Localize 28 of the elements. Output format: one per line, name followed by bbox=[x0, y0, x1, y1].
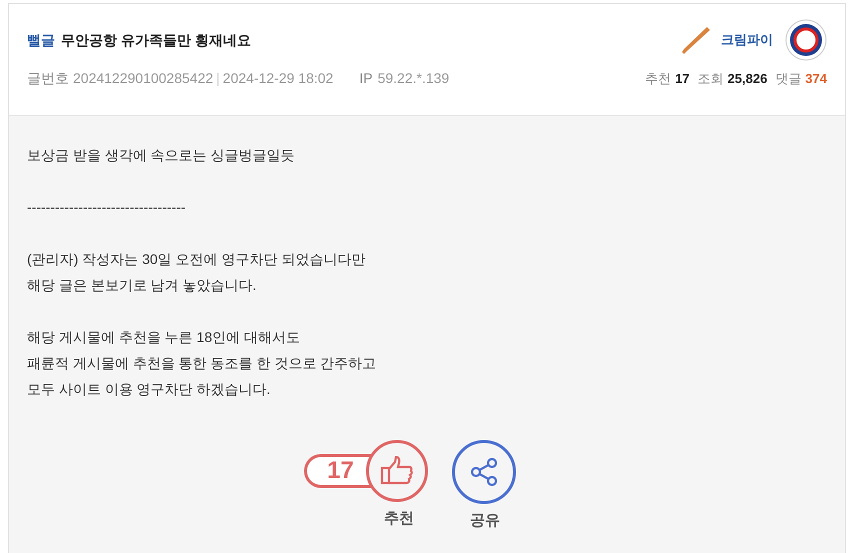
body-text-line: 모두 사이트 이용 영구차단 하겠습니다. bbox=[27, 380, 270, 399]
body-text-line: 보상금 받을 생각에 속으로는 싱글벙글일듯 bbox=[27, 146, 295, 165]
stat-value: 374 bbox=[805, 70, 827, 88]
post-number: 202412290100285422 bbox=[73, 69, 214, 88]
stat-label: 댓글 bbox=[775, 70, 802, 88]
action-label: 추천 bbox=[384, 509, 414, 529]
thumbs-up-icon bbox=[380, 456, 414, 486]
stat-value: 25,826 bbox=[728, 70, 768, 88]
number-label: 글번호 bbox=[27, 69, 69, 88]
action-label: 공유 bbox=[470, 511, 500, 531]
body-text-line: 해당 게시물에 추천을 누른 18인에 대해서도 bbox=[27, 328, 300, 347]
stat-label: 조회 bbox=[698, 70, 724, 88]
body-text-line: (관리자) 작성자는 30일 오전에 영구차단 되었습니다만 bbox=[27, 250, 366, 269]
post-date: 2024-12-29 18:02 bbox=[222, 69, 334, 88]
author-name[interactable]: 크림파이 bbox=[721, 30, 773, 50]
stat-value: 17 bbox=[675, 70, 690, 88]
ip-label: IP bbox=[359, 69, 373, 88]
separator: | bbox=[216, 69, 220, 88]
emblem-icon bbox=[785, 19, 827, 61]
bat-icon bbox=[679, 24, 711, 56]
body-text-line: 패륜적 게시물에 추천을 통한 동조를 한 것으로 간주하고 bbox=[27, 354, 376, 373]
share-icon bbox=[468, 457, 499, 487]
ip-address: 59.22.*.139 bbox=[378, 69, 450, 88]
body-text-line: ---------------------------------- bbox=[27, 198, 186, 217]
post-tag: 뻘글 bbox=[27, 30, 55, 50]
post-title: 무안공항 유가족들만 횡재네요 bbox=[61, 30, 251, 50]
body-text-line: 해당 글은 본보기로 남겨 놓았습니다. bbox=[27, 276, 256, 295]
stat-label: 추천 bbox=[645, 70, 672, 88]
